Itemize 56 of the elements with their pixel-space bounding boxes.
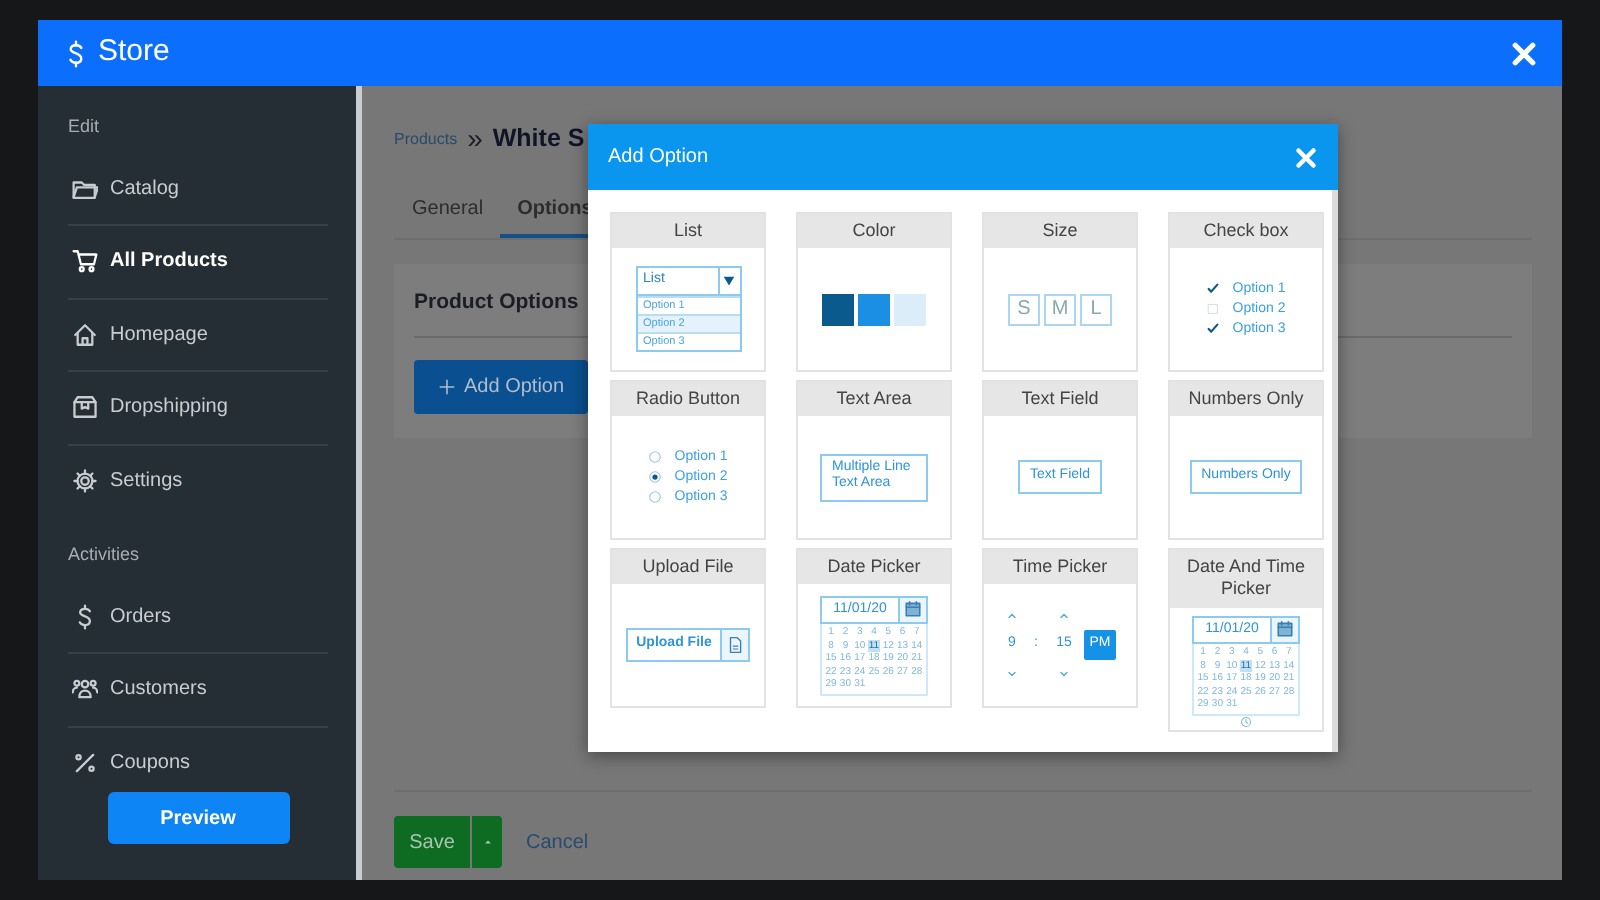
card-title: Check box	[1170, 214, 1322, 249]
breadcrumb-link[interactable]: Products	[394, 127, 458, 151]
cancel-link[interactable]: Cancel	[526, 827, 589, 857]
plus-icon	[438, 377, 456, 396]
card-title: Text Field	[984, 382, 1136, 417]
size-option: S	[1008, 293, 1040, 326]
box-icon	[72, 394, 98, 421]
option-type-card[interactable]: Size S M L	[982, 212, 1138, 372]
card-title: Text Area	[798, 382, 950, 417]
close-icon[interactable]	[1510, 39, 1538, 67]
page-title: White S	[492, 122, 585, 157]
chevron-down-icon[interactable]	[1058, 667, 1070, 680]
chevron-up-icon[interactable]	[1006, 610, 1018, 623]
clock-icon	[1240, 715, 1252, 727]
add-option-button[interactable]: Add Option	[414, 359, 589, 414]
preview-button[interactable]: Preview	[107, 792, 289, 844]
card-title: List	[612, 214, 764, 249]
card-title: Time Picker	[984, 550, 1136, 585]
sidebar-item[interactable]: Orders	[68, 581, 328, 654]
calendar-icon[interactable]	[1276, 620, 1294, 639]
folder-icon	[72, 175, 98, 202]
house-icon	[72, 321, 98, 348]
caret-icon	[481, 836, 493, 848]
option-type-card[interactable]: Color	[796, 212, 952, 372]
section-label: Edit	[68, 114, 100, 140]
tab[interactable]: General	[394, 184, 500, 238]
calendar-icon[interactable]	[904, 600, 922, 619]
breadcrumb-separator: »	[467, 120, 483, 158]
size-option: L	[1080, 293, 1112, 326]
section-label: Activities	[68, 542, 140, 568]
sidebar-item[interactable]: Catalog	[68, 153, 328, 226]
window-title: Store	[98, 32, 170, 73]
card-title: Date Picker	[798, 550, 950, 585]
card-title: Upload File	[612, 550, 764, 585]
card-title: Size	[984, 214, 1136, 249]
percent-icon	[72, 750, 98, 777]
sidebar-item[interactable]: Homepage	[68, 299, 328, 372]
close-icon[interactable]	[1294, 145, 1318, 169]
save-button[interactable]: Save	[394, 816, 470, 868]
chevron-up-icon[interactable]	[1058, 610, 1070, 623]
sidebar-item[interactable]: All Products	[68, 226, 328, 299]
cart-icon	[72, 248, 98, 275]
sidebar-item[interactable]: Dropshipping	[68, 372, 328, 445]
size-option: M	[1044, 293, 1076, 326]
gear-icon	[72, 468, 98, 495]
sidebar-item[interactable]: Settings	[68, 445, 328, 518]
chevron-down-icon[interactable]	[1006, 667, 1018, 680]
card-title: Date And Time Picker	[1170, 550, 1322, 607]
dialog-title: Add Option	[608, 144, 709, 172]
sidebar-item[interactable]: Customers	[68, 654, 328, 727]
card-title: Color	[798, 214, 950, 249]
card-title: Radio Button	[612, 382, 764, 417]
card-title: Numbers Only	[1170, 382, 1322, 417]
caret-icon	[722, 274, 736, 289]
file-icon	[725, 636, 744, 655]
people-icon	[72, 676, 98, 703]
